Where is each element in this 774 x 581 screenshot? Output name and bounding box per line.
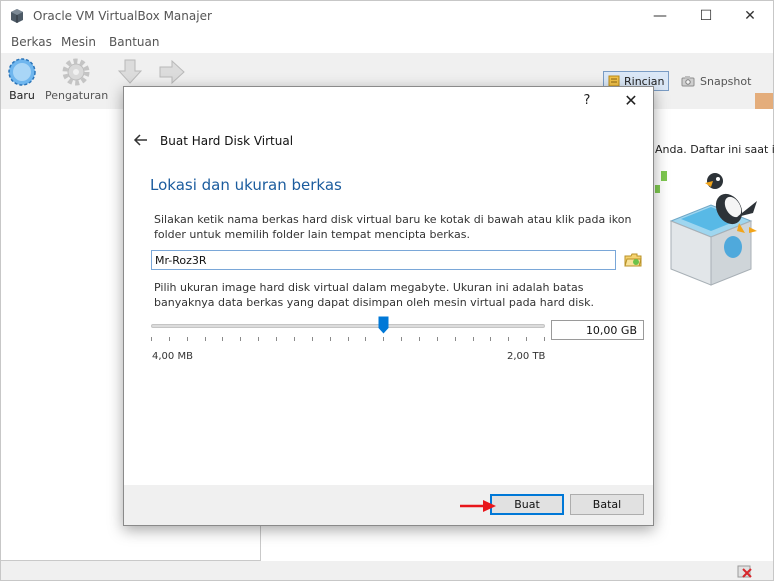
arrow-right-icon: [159, 59, 185, 85]
slider-tick: [276, 337, 277, 341]
slider-tick: [455, 337, 456, 341]
section-title: Lokasi dan ukuran berkas: [150, 176, 342, 194]
slider-min-label: 4,00 MB: [152, 351, 193, 362]
file-name-input[interactable]: [151, 250, 616, 270]
slider-tick: [419, 337, 420, 341]
dialog-content: ? ✕ Buat Hard Disk Virtual Lokasi dan uk…: [124, 87, 653, 485]
menu-mesin[interactable]: Mesin: [61, 35, 96, 49]
welcome-text: Anda. Daftar ini saat ini: [655, 143, 774, 156]
choose-folder-icon[interactable]: [624, 251, 642, 269]
minimize-icon: —: [653, 8, 667, 24]
size-description: Pilih ukuran image hard disk virtual dal…: [154, 281, 594, 309]
slider-tick: [258, 337, 259, 341]
slider-tick: [365, 337, 366, 341]
slider-max-label: 2,00 TB: [507, 351, 546, 362]
menu-bantuan[interactable]: Bantuan: [109, 35, 159, 49]
slider-tick: [544, 337, 545, 341]
details-tab-edge: [755, 93, 773, 109]
arrow-down-icon: [117, 59, 143, 84]
title-bar: Oracle VM VirtualBox Manajer — ☐ ✕: [1, 1, 773, 31]
maximize-icon: ☐: [699, 8, 713, 24]
help-button[interactable]: ?: [576, 93, 598, 113]
snapshot-button[interactable]: Snapshot: [681, 71, 751, 91]
new-star-icon: [8, 58, 36, 86]
gear-icon: [62, 58, 90, 86]
annotation-arrow: [460, 500, 496, 512]
minimize-button[interactable]: —: [637, 1, 683, 31]
cancel-button[interactable]: Batal: [570, 494, 644, 515]
camera-icon: [681, 76, 695, 87]
slider-tick: [151, 337, 152, 341]
close-icon: ✕: [624, 91, 638, 110]
close-window-button[interactable]: ✕: [727, 1, 773, 31]
slider-tick: [508, 337, 509, 341]
slider-tick: [240, 337, 241, 341]
slider-tick: [294, 337, 295, 341]
network-status-icon: [737, 565, 752, 578]
slider-tick: [169, 337, 170, 341]
size-input[interactable]: [551, 320, 644, 340]
location-description: Silakan ketik nama berkas hard disk virt…: [154, 213, 632, 241]
menu-berkas[interactable]: Berkas: [11, 35, 52, 49]
dialog-close-button[interactable]: ✕: [620, 91, 642, 113]
window-title: Oracle VM VirtualBox Manajer: [33, 9, 212, 23]
slider-tick: [205, 337, 206, 341]
close-icon: ✕: [744, 8, 756, 24]
slider-tick: [330, 337, 331, 341]
slider-track: [151, 324, 545, 328]
slider-tick: [348, 337, 349, 341]
slider-handle[interactable]: [378, 316, 389, 334]
create-button[interactable]: Buat: [490, 494, 564, 515]
settings-button[interactable]: Pengaturan: [45, 57, 108, 109]
slider-tick: [187, 337, 188, 341]
slider-tick: [437, 337, 438, 341]
slider-tick: [401, 337, 402, 341]
virtualbox-mascot-logo: [655, 171, 757, 286]
create-virtual-hard-disk-dialog: ? ✕ Buat Hard Disk Virtual Lokasi dan uk…: [123, 86, 654, 526]
slider-tick: [526, 337, 527, 341]
slider-tick: [473, 337, 474, 341]
slider-tick: [312, 337, 313, 341]
slider-tick: [490, 337, 491, 341]
dialog-title: Buat Hard Disk Virtual: [160, 134, 294, 148]
new-vm-button[interactable]: Baru: [5, 57, 39, 109]
slider-tick: [222, 337, 223, 341]
back-arrow-icon[interactable]: [132, 131, 150, 149]
size-slider[interactable]: [151, 314, 545, 341]
virtualbox-manager-window: Oracle VM VirtualBox Manajer — ☐ ✕ Berka…: [0, 0, 774, 581]
maximize-button[interactable]: ☐: [683, 1, 729, 31]
slider-tick: [383, 337, 384, 341]
help-icon: ?: [583, 93, 591, 108]
virtualbox-app-icon: [11, 9, 23, 23]
menu-bar: Berkas Mesin Bantuan: [1, 31, 773, 53]
